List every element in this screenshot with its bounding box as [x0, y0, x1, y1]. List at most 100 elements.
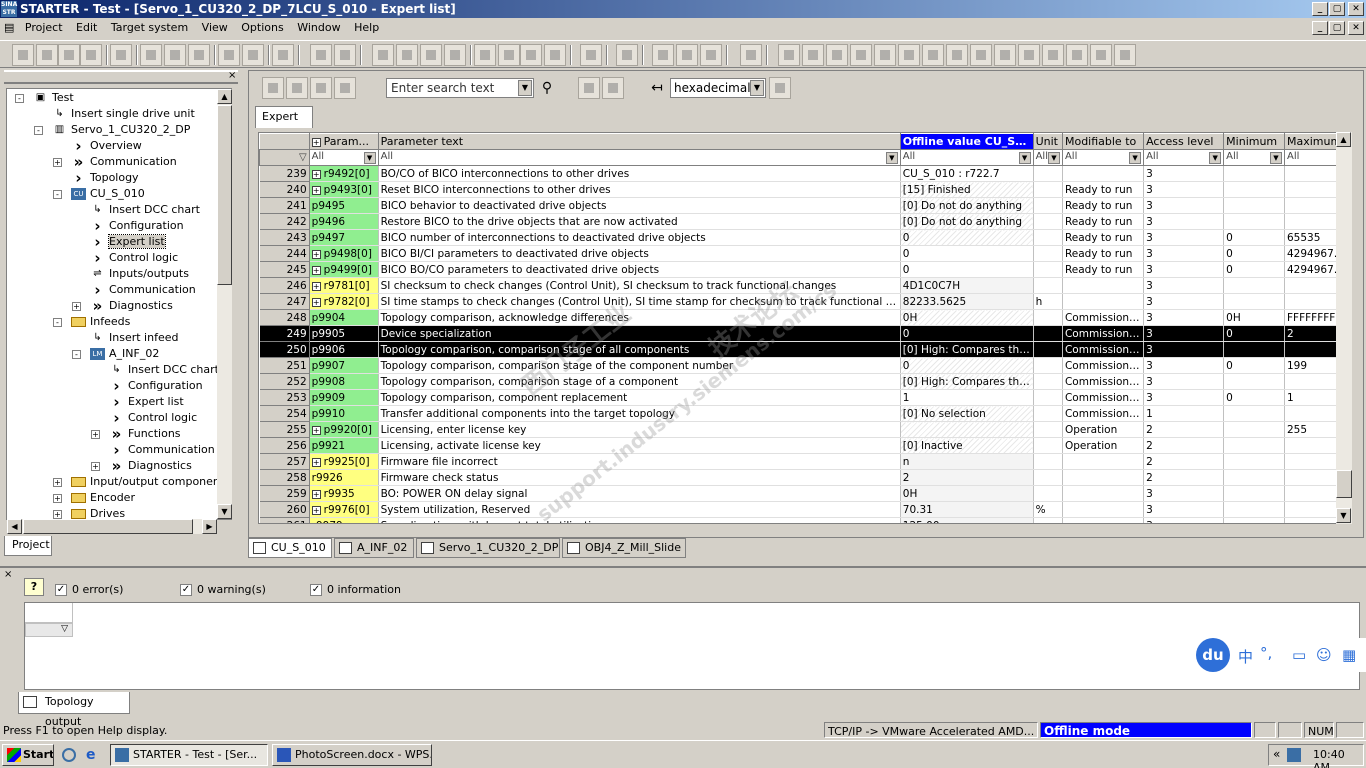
ie-icon[interactable]: e	[86, 747, 102, 763]
tree-item-topology[interactable]: › Topology	[71, 170, 138, 186]
control-panel-icon[interactable]	[580, 44, 602, 66]
table-row[interactable]: 258 r9926 Firmware check status 2 2	[259, 469, 1351, 486]
new-icon[interactable]	[12, 44, 34, 66]
close-button[interactable]: ✕	[1348, 2, 1364, 16]
table-row[interactable]: 245 + p9499[0] BICO BO/CO parameters to dea…	[259, 261, 1351, 278]
cell-parameter[interactable]: p9909	[309, 389, 379, 406]
filter-icon[interactable]: ▽	[259, 149, 310, 166]
start-button[interactable]: Start	[2, 744, 54, 766]
filter-icon[interactable]	[578, 77, 600, 99]
function-generator-icon[interactable]	[652, 44, 674, 66]
table-row[interactable]: 251 p9907 Topology comparison, comparison …	[259, 357, 1351, 374]
cell-parameter[interactable]: p9921	[309, 437, 379, 454]
quicklaunch-icon[interactable]	[62, 748, 76, 762]
table-row[interactable]: 259 + r9935 BO: POWER ON delay signal 0H 3	[259, 485, 1351, 502]
tree-item-test[interactable]: - ▣ Test	[15, 90, 74, 106]
cell-value[interactable]: 4D1C0C7H	[900, 277, 1034, 294]
filter-chevron-icon[interactable]: ▼	[363, 152, 376, 164]
maximize-button[interactable]: ▢	[1329, 2, 1345, 16]
table-row[interactable]: 260 + r9976[0] System utilization, Reserved…	[259, 501, 1351, 518]
cell-parameter[interactable]: + p9493[0]	[309, 181, 379, 198]
tree-item-communication[interactable]: › Communication	[109, 442, 214, 458]
cell-parameter[interactable]: + r9925[0]	[309, 453, 379, 470]
cell-parameter[interactable]: + r9976[0]	[309, 501, 379, 518]
topology-output-tab[interactable]: Topology output	[18, 692, 130, 728]
ime-skin-icon[interactable]: ▭	[1292, 646, 1306, 664]
expand-icon[interactable]: +	[311, 185, 321, 195]
ime-user-icon[interactable]: ☺	[1316, 646, 1332, 664]
table-row[interactable]: 252 p9908 Topology comparison, comparison …	[259, 373, 1351, 390]
detail-close-icon[interactable]: ×	[4, 569, 12, 580]
cell-value[interactable]: 0	[900, 325, 1034, 342]
scroll-up-icon[interactable]: ▲	[217, 89, 232, 104]
expand-icon[interactable]: +	[311, 505, 321, 515]
cell-parameter[interactable]: p9905	[309, 325, 379, 342]
scroll-thumb[interactable]	[217, 105, 232, 285]
expand-icon[interactable]: +	[311, 281, 321, 291]
tree-vscrollbar[interactable]: ▲ ▼	[217, 89, 232, 519]
device-trace-icon[interactable]	[520, 44, 542, 66]
measure-icon[interactable]	[676, 44, 698, 66]
circle2-icon[interactable]	[1018, 44, 1040, 66]
tree-item-insert-single-drive-unit[interactable]: ↳ Insert single drive unit	[52, 106, 194, 122]
expand-icon[interactable]: +	[53, 494, 62, 503]
menu-help[interactable]: Help	[349, 18, 384, 38]
back-arrow-icon[interactable]: ↤	[646, 78, 668, 98]
task-photoscreen[interactable]: PhotoScreen.docx - WPS...	[272, 744, 432, 766]
properties-icon[interactable]	[80, 44, 102, 66]
menu-target-system[interactable]: Target system	[106, 18, 193, 38]
filter-chevron-icon[interactable]: ▼	[1047, 152, 1060, 164]
tree-item-expert-list[interactable]: › Expert list	[90, 234, 166, 250]
setpoint-icon[interactable]	[778, 44, 800, 66]
column-header[interactable]: Access level	[1143, 133, 1225, 150]
output-filter-icon[interactable]: ▽	[25, 623, 73, 637]
help-icon[interactable]: ?	[24, 578, 44, 596]
redo-icon[interactable]	[242, 44, 264, 66]
cell-value[interactable]: [0] High: Compares the ...	[900, 341, 1034, 358]
expand-icon[interactable]: +	[311, 489, 321, 499]
tool-38-icon[interactable]	[1042, 44, 1064, 66]
oscilloscope-icon[interactable]	[700, 44, 722, 66]
menu-window[interactable]: Window	[292, 18, 345, 38]
expand-icon[interactable]: +	[311, 169, 321, 179]
cell-value[interactable]: 0H	[900, 309, 1034, 326]
expand-icon[interactable]: +	[91, 462, 100, 471]
expand-icon[interactable]: +	[53, 478, 62, 487]
doc-minimize-button[interactable]: _	[1312, 21, 1328, 35]
table-row[interactable]: 261r9979Sampling time with largest total…	[259, 517, 1351, 523]
cell-value[interactable]: [15] Finished	[900, 181, 1034, 198]
tree-item-inputs-outputs[interactable]: ⇌ Inputs/outputs	[90, 266, 189, 282]
collapse-icon[interactable]: -	[34, 126, 43, 135]
cell-parameter[interactable]: p9904	[309, 309, 379, 326]
cell-value[interactable]: 0	[900, 245, 1034, 262]
tree-item-servo-1-cu320-2-dp[interactable]: - ▥ Servo_1_CU320_2_DP	[34, 122, 190, 138]
column-filter[interactable]: ▼All	[899, 149, 1034, 166]
cell-parameter[interactable]: + r9492[0]	[309, 165, 379, 182]
cell-value[interactable]: 0	[900, 229, 1034, 246]
tab-a-inf-02[interactable]: A_INF_02	[334, 538, 414, 558]
tree-item-configuration[interactable]: › Configuration	[109, 378, 202, 394]
tree-item-communication[interactable]: › Communication	[90, 282, 195, 298]
cell-value[interactable]: [0] Inactive	[900, 437, 1034, 454]
scroll-right-icon[interactable]: ▶	[202, 519, 217, 534]
project-panel-grip[interactable]	[4, 70, 238, 84]
table-row[interactable]: 244 + p9498[0] BICO BI/CI parameters to dea…	[259, 245, 1351, 262]
table-row[interactable]: 255 + p9920[0] Licensing, enter license key…	[259, 421, 1351, 438]
tree-item-infeeds[interactable]: - Infeeds	[53, 314, 130, 330]
table-row[interactable]: 239 + r9492[0] BO/CO of BICO interconnectio…	[259, 165, 1351, 182]
help-icon[interactable]	[272, 44, 294, 66]
ime-punctuation[interactable]: °,	[1260, 644, 1272, 662]
topology-icon[interactable]	[544, 44, 566, 66]
scale-icon[interactable]	[898, 44, 920, 66]
tool-39-icon[interactable]	[1066, 44, 1088, 66]
expand-icon[interactable]: +	[311, 425, 321, 435]
menu-options[interactable]: Options	[236, 18, 288, 38]
load-to-pg-icon[interactable]	[420, 44, 442, 66]
chevron-down-icon[interactable]: ▼	[518, 80, 532, 96]
cell-value[interactable]: [0] Do not do anything	[900, 213, 1034, 230]
filter-chevron-icon[interactable]: ▼	[1270, 152, 1282, 164]
expand-icon[interactable]: +	[53, 158, 62, 167]
tree-item-diagnostics[interactable]: + » Diagnostics	[91, 458, 192, 474]
tree-item-control-logic[interactable]: › Control logic	[90, 250, 178, 266]
tree-item-cu-s-010[interactable]: - CU CU_S_010	[53, 186, 145, 202]
